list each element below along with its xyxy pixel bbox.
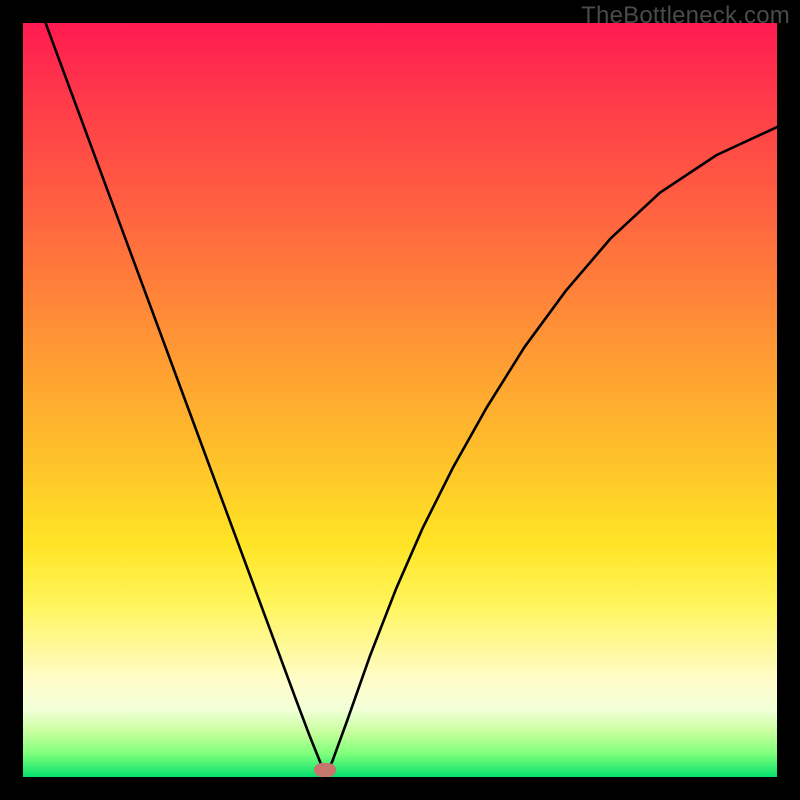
minimum-marker <box>314 763 336 777</box>
plot-area <box>23 23 777 777</box>
chart-frame: TheBottleneck.com <box>0 0 800 800</box>
curve-svg <box>23 23 777 777</box>
watermark-text: TheBottleneck.com <box>581 2 790 30</box>
bottleneck-curve-path <box>46 23 777 775</box>
